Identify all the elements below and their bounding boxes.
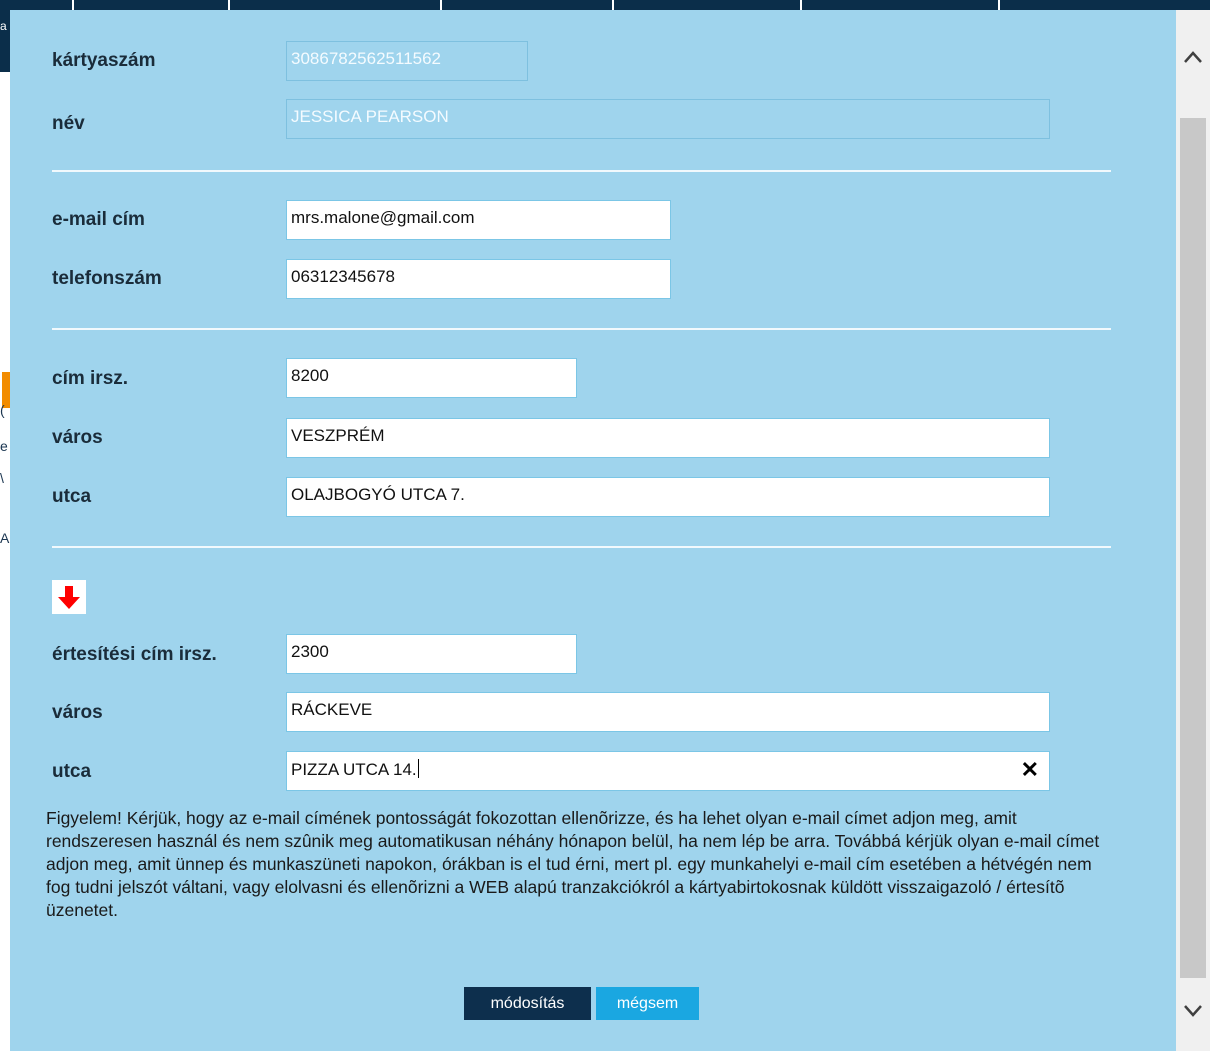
topbar-divider [72, 0, 74, 10]
city-label: város [52, 427, 103, 448]
city-field[interactable]: VESZPRÉM [286, 418, 1050, 458]
topbar-divider [228, 0, 230, 10]
down-arrow-icon[interactable] [52, 580, 86, 614]
card-number-field: 308678256251156​2 [286, 41, 528, 81]
chevron-up-icon[interactable] [1180, 38, 1206, 78]
background-text-fragment: A [0, 530, 10, 546]
notification-city-field[interactable]: RÁCKEVE [286, 692, 1050, 732]
notification-city-label: város [52, 702, 103, 723]
notification-street-field[interactable]: PIZZA UTCA 14. ✕ [286, 751, 1050, 791]
scrollbar-thumb[interactable] [1180, 118, 1206, 978]
background-page-strip: a ( e \ A [0, 10, 10, 1051]
chevron-down-icon[interactable] [1180, 990, 1206, 1030]
background-text-fragment: a [0, 19, 7, 33]
zip-field[interactable]: 8200 [286, 358, 577, 398]
name-field: JESSICA PEARSON [286, 99, 1050, 139]
background-topbar [0, 0, 1210, 10]
email-label: e-mail cím [52, 209, 145, 230]
email-notice: Figyelem! Kérjük, hogy az e-mail címének… [46, 808, 1100, 920]
card-number-label: kártyaszám [52, 50, 156, 71]
section-divider [52, 170, 1111, 172]
notification-street-value: PIZZA UTCA 14. [291, 760, 417, 779]
notification-street-label: utca [52, 761, 92, 782]
scrollbar[interactable] [1176, 10, 1210, 1051]
profile-edit-dialog: kártyaszám 308678256251156​2 név JESSICA… [10, 10, 1176, 1051]
close-icon[interactable]: ✕ [1021, 759, 1039, 781]
notification-zip-label: értesítési cím irsz. [52, 644, 217, 665]
email-field[interactable]: mrs.malone@gmail.com [286, 200, 671, 240]
street-label: utca [52, 486, 92, 507]
name-label: név [52, 113, 85, 134]
phone-field[interactable]: 06312345678 [286, 259, 671, 299]
save-button[interactable]: módosítás [464, 987, 591, 1020]
text-cursor [417, 759, 419, 778]
topbar-divider [440, 0, 442, 10]
phone-label: telefonszám [52, 268, 162, 289]
topbar-divider [998, 0, 1000, 10]
topbar-divider [800, 0, 802, 10]
section-divider [52, 328, 1111, 330]
street-field[interactable]: OLAJBOGYÓ UTCA 7. [286, 477, 1050, 517]
background-text-fragment: \ [0, 470, 4, 486]
background-text-fragment: e [0, 438, 8, 454]
zip-label: cím irsz. [52, 368, 129, 389]
topbar-divider [612, 0, 614, 10]
section-divider [52, 546, 1111, 548]
background-text-fragment: ( [0, 402, 5, 418]
notification-zip-field[interactable]: 2300 [286, 634, 577, 674]
cancel-button[interactable]: mégsem [596, 987, 699, 1020]
